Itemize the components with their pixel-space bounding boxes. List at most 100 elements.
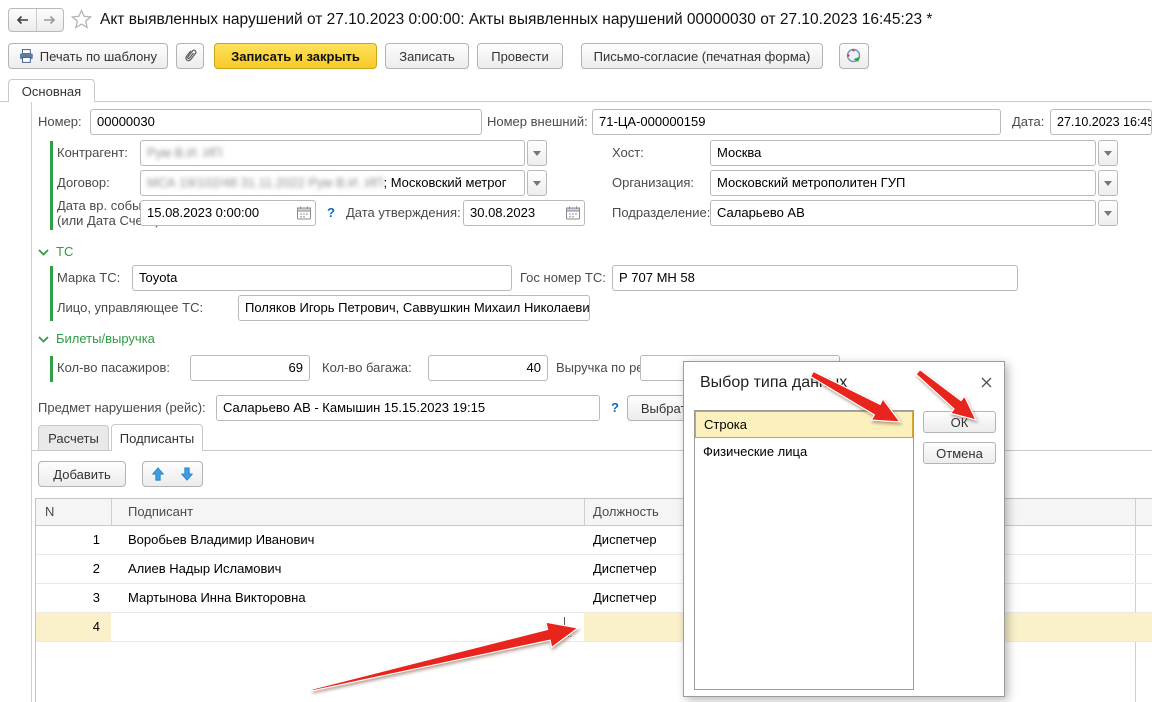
department-dropdown-button[interactable] xyxy=(1098,200,1118,226)
post-label: Провести xyxy=(491,49,549,64)
list-item-string[interactable]: Строка xyxy=(695,411,913,438)
chevron-down-icon xyxy=(533,181,541,186)
move-down-button[interactable] xyxy=(172,461,203,487)
window-title: Акт выявленных нарушений от 27.10.2023 0… xyxy=(100,8,932,32)
host-field[interactable]: Москва xyxy=(710,140,1096,166)
date-label: Дата: xyxy=(1012,109,1044,135)
column-header-signer[interactable]: Подписант xyxy=(128,499,193,525)
save-and-close-label: Записать и закрыть xyxy=(231,49,360,64)
tab-calculations-label: Расчеты xyxy=(48,431,99,446)
number-field[interactable]: 00000030 xyxy=(90,109,482,135)
chevron-down-icon xyxy=(1104,151,1112,156)
data-type-list: Строка Физические лица xyxy=(694,410,914,690)
arrow-down-icon xyxy=(180,467,194,481)
calendar-icon[interactable] xyxy=(297,206,311,220)
contract-field[interactable]: МСА 19/102/48 31.11.2022 Рум В.И. ИП; Мо… xyxy=(140,170,525,196)
back-button[interactable] xyxy=(9,9,37,31)
section-collapse-icon[interactable] xyxy=(38,336,49,343)
save-and-close-button[interactable]: Записать и закрыть xyxy=(214,43,377,69)
forward-button[interactable] xyxy=(37,9,64,31)
nav-group xyxy=(8,8,64,32)
driver-field[interactable]: Поляков Игорь Петрович, Саввушкин Михаил… xyxy=(238,295,590,321)
section-collapse-icon[interactable] xyxy=(38,249,49,256)
host-dropdown-button[interactable] xyxy=(1098,140,1118,166)
ok-label: ОК xyxy=(951,415,969,430)
consent-letter-button[interactable]: Письмо-согласие (печатная форма) xyxy=(581,43,823,69)
dialog-title: Выбор типа данных xyxy=(700,374,847,392)
baggage-label: Кол-во багажа: xyxy=(322,355,412,381)
arrow-up-icon xyxy=(151,467,165,481)
baggage-field[interactable]: 40 xyxy=(428,355,548,381)
post-button[interactable]: Провести xyxy=(477,43,563,69)
reread-icon xyxy=(845,47,863,65)
column-header-n[interactable]: N xyxy=(45,499,54,525)
date-field[interactable]: 27.10.2023 16:45:23 xyxy=(1050,109,1152,135)
event-date-help-link[interactable]: ? xyxy=(327,200,335,226)
group-marker-bar xyxy=(50,356,53,382)
chevron-down-icon xyxy=(1104,181,1112,186)
contractor-dropdown-button[interactable] xyxy=(527,140,547,166)
group-marker-bar xyxy=(50,141,53,230)
forward-arrow-icon xyxy=(43,15,56,25)
caret-dots: .. xyxy=(567,629,572,639)
tab-main-label: Основная xyxy=(22,84,81,99)
approve-date-field[interactable]: 30.08.2023 xyxy=(463,200,585,226)
ok-button[interactable]: ОК xyxy=(923,411,996,433)
list-item-individuals[interactable]: Физические лица xyxy=(695,439,913,466)
paperclip-icon xyxy=(179,45,201,67)
attachments-button[interactable] xyxy=(176,43,204,69)
group-marker-bar xyxy=(50,266,53,321)
passengers-label: Кол-во пасажиров: xyxy=(57,355,170,381)
contract-label: Договор: xyxy=(57,170,110,196)
document-window: Акт выявленных нарушений от 27.10.2023 0… xyxy=(0,0,1152,702)
back-arrow-icon xyxy=(16,15,29,25)
save-label: Записать xyxy=(399,49,455,64)
column-header-position[interactable]: Должность xyxy=(593,499,659,525)
gov-number-label: Гос номер ТС: xyxy=(520,265,606,291)
cancel-label: Отмена xyxy=(936,446,983,461)
form-left-border xyxy=(31,101,32,702)
department-field[interactable]: Саларьево АВ xyxy=(710,200,1096,226)
add-row-button[interactable]: Добавить xyxy=(38,461,126,487)
brand-field[interactable]: Toyota xyxy=(132,265,512,291)
tab-calculations[interactable]: Расчеты xyxy=(38,425,109,450)
gov-number-field[interactable]: Р 707 МН 58 xyxy=(612,265,1018,291)
close-icon[interactable] xyxy=(980,376,993,389)
calendar-icon[interactable] xyxy=(566,206,580,220)
section-ts-title[interactable]: ТС xyxy=(56,244,73,260)
subject-label: Предмет нарушения (рейс): xyxy=(38,395,206,421)
organization-label: Организация: xyxy=(612,170,694,196)
data-type-dialog: Выбор типа данных Строка Физические лица… xyxy=(683,361,1005,697)
reread-button[interactable] xyxy=(839,43,869,69)
printer-icon xyxy=(19,49,34,63)
organization-dropdown-button[interactable] xyxy=(1098,170,1118,196)
contractor-label: Контрагент: xyxy=(57,140,128,166)
passengers-field[interactable]: 69 xyxy=(190,355,310,381)
column-divider xyxy=(111,499,112,526)
text-caret xyxy=(564,617,565,637)
brand-label: Марка ТС: xyxy=(57,265,120,291)
add-row-label: Добавить xyxy=(53,467,110,482)
driver-label: Лицо, управляющее ТС: xyxy=(57,295,203,321)
section-tickets-title[interactable]: Билеты/выручка xyxy=(56,331,155,347)
save-button[interactable]: Записать xyxy=(385,43,469,69)
tab-signers[interactable]: Подписанты xyxy=(111,424,203,451)
external-number-label: Номер внешний: xyxy=(487,109,588,135)
contract-dropdown-button[interactable] xyxy=(527,170,547,196)
chevron-down-icon xyxy=(533,151,541,156)
chevron-down-icon xyxy=(1104,211,1112,216)
contractor-field[interactable]: Рум В.И. ИП xyxy=(140,140,525,166)
tab-main[interactable]: Основная xyxy=(8,79,95,102)
tabstrip-line xyxy=(0,101,1152,102)
subject-help-link[interactable]: ? xyxy=(611,395,619,421)
subject-field[interactable]: Саларьево АВ - Камышин 15.15.2023 19:15 xyxy=(216,395,600,421)
favorite-star-icon[interactable] xyxy=(71,9,92,29)
department-label: Подразделение: xyxy=(612,200,710,226)
organization-field[interactable]: Московский метрополитен ГУП xyxy=(710,170,1096,196)
cancel-button[interactable]: Отмена xyxy=(923,442,996,464)
external-number-field[interactable]: 71-ЦА-000000159 xyxy=(592,109,1001,135)
move-up-button[interactable] xyxy=(142,461,173,487)
event-date-field[interactable]: 15.08.2023 0:00:00 xyxy=(140,200,316,226)
host-label: Хост: xyxy=(612,140,644,166)
print-by-template-button[interactable]: Печать по шаблону xyxy=(8,43,168,69)
